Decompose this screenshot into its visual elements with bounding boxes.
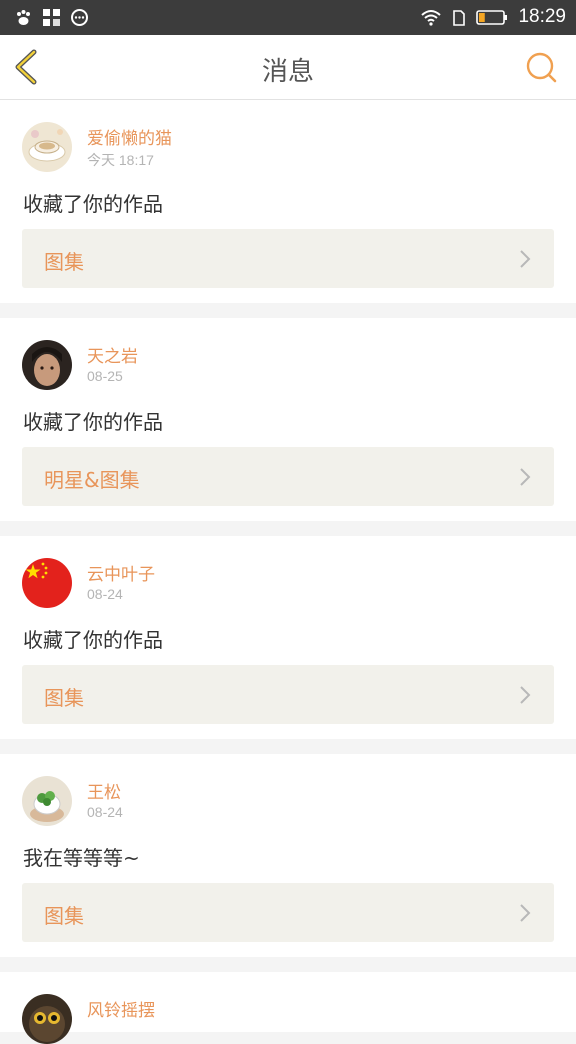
collection-name: 图集 [44, 686, 84, 710]
timestamp: 08-25 [87, 368, 123, 384]
owl-photo-icon [22, 994, 72, 1044]
message-card: 天之岩 08-25 收藏了你的作品 明星&图集 [0, 318, 576, 521]
avatar[interactable] [22, 340, 72, 390]
timestamp: 08-24 [87, 586, 123, 602]
china-flag-icon [22, 558, 72, 608]
collection-name: 明星&图集 [44, 468, 140, 492]
page-title: 消息 [261, 57, 314, 87]
user-name[interactable]: 云中叶子 [87, 560, 155, 585]
status-bar-left [14, 8, 89, 27]
message-text: 收藏了你的作品 [23, 410, 163, 434]
collection-link[interactable]: 明星&图集 [22, 447, 554, 506]
message-card: 云中叶子 08-24 收藏了你的作品 图集 [0, 536, 576, 739]
collection-link[interactable]: 图集 [22, 665, 554, 724]
chevron-right-icon [520, 904, 531, 922]
avatar[interactable] [22, 994, 72, 1044]
wifi-icon [420, 8, 442, 27]
battery-icon [476, 8, 508, 27]
collection-link[interactable]: 图集 [22, 883, 554, 942]
timestamp: 08-24 [87, 804, 123, 820]
chevron-right-icon [520, 468, 531, 486]
user-name[interactable]: 风铃摇摆 [87, 996, 155, 1021]
avatar[interactable] [22, 558, 72, 608]
header-bar: 消息 [0, 35, 576, 100]
baidu-paw-icon [14, 8, 33, 27]
timestamp: 今天 18:17 [87, 152, 154, 168]
chevron-right-icon [520, 686, 531, 704]
sim-icon [452, 8, 466, 27]
search-button[interactable] [524, 50, 558, 84]
search-icon [526, 52, 557, 83]
status-bar-right: 18:29 [420, 6, 566, 28]
message-card: 风铃摇摆 [0, 972, 576, 1044]
chevron-right-icon [520, 250, 531, 268]
app-grid-icon [42, 8, 61, 27]
portrait-photo-icon [22, 340, 72, 390]
collection-name: 图集 [44, 250, 84, 274]
collection-link[interactable]: 图集 [22, 229, 554, 288]
user-name[interactable]: 天之岩 [87, 342, 138, 367]
plant-photo-icon [22, 776, 72, 826]
avatar[interactable] [22, 122, 72, 172]
user-name[interactable]: 王松 [87, 778, 121, 803]
status-bar: 18:29 [0, 0, 576, 35]
message-card: 爱偷懒的猫 今天 18:17 收藏了你的作品 图集 [0, 100, 576, 303]
chat-bubble-icon [70, 8, 89, 27]
message-text: 我在等等等~ [23, 846, 140, 870]
message-card: 王松 08-24 我在等等等~ 图集 [0, 754, 576, 957]
avatar[interactable] [22, 776, 72, 826]
user-name[interactable]: 爱偷懒的猫 [87, 124, 172, 149]
collection-name: 图集 [44, 904, 84, 928]
message-text: 收藏了你的作品 [23, 628, 163, 652]
message-text: 收藏了你的作品 [23, 192, 163, 216]
teacup-photo-icon [22, 122, 72, 172]
status-time: 18:29 [518, 6, 566, 27]
